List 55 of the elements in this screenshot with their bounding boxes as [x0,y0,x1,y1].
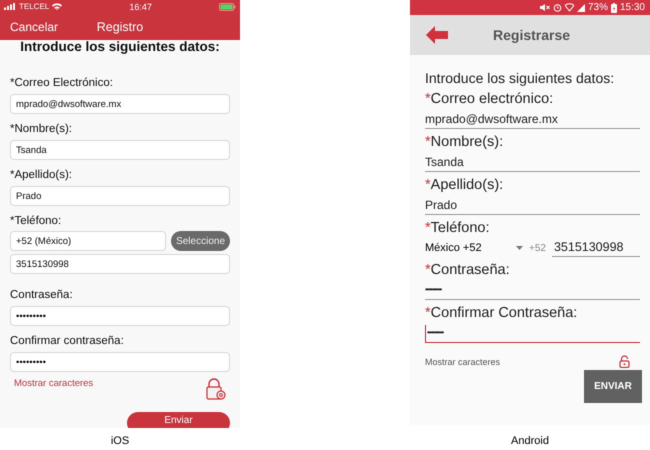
input-field[interactable]: Tsanda [425,154,640,172]
field-label: *Confirmar Contraseña: [425,305,578,322]
wifi-icon [52,3,62,10]
phone-field[interactable]: 3515130998 [552,239,640,257]
password-field[interactable]: ••••••••• [425,282,640,300]
wifi-icon [564,3,574,12]
select-button[interactable]: Seleccione [171,231,230,251]
send-button[interactable]: ENVIAR [584,370,642,403]
input-field[interactable]: mprado@dwsoftware.mx [425,111,640,129]
field-label: *Correo Electrónico: [10,76,113,90]
show-characters-link[interactable]: Mostrar caracteres [425,356,500,366]
field-label: *Teléfono: [425,220,490,237]
field-label: *Apellido(s): [10,168,72,182]
dropdown-caret-icon[interactable] [516,246,523,250]
field-label: *Apellido(s): [425,177,504,194]
caption: Android [511,435,549,447]
show-characters-link[interactable]: Mostrar caracteres [14,378,94,389]
country-code: +52 [529,242,546,254]
battery-icon [219,2,236,10]
alarm-icon [552,3,562,12]
nav-title: Registro [96,20,144,34]
country-dropdown[interactable]: México +52 [425,242,510,254]
battery-icon [610,2,617,12]
password-field[interactable]: ••••••••• [10,352,230,372]
cancel-link[interactable]: Cancelar [10,20,58,34]
send-button[interactable]: Enviar [127,412,230,428]
carrier-name: TELCEL [19,2,50,11]
signal-icon [576,3,585,12]
input-field[interactable]: Prado [425,197,640,215]
field-label: *Teléfono: [10,214,62,228]
lock-gear-icon[interactable] [206,378,226,401]
lock-icon[interactable] [619,355,630,368]
status-time: 15:30 [620,2,645,13]
status-time: 16:47 [129,2,152,12]
form-heading: Introduce los siguientes datos: [20,39,220,54]
password-field[interactable]: ••••••••• [10,306,230,326]
country-field[interactable]: +52 (México) [10,231,166,251]
field-label: *Nombre(s): [425,134,504,151]
signal-icon [4,3,16,10]
mute-icon [538,3,550,12]
screen-title: Registrarse [493,27,570,43]
input-field[interactable]: Tsanda [10,140,230,160]
phone-field[interactable]: 3515130998 [10,254,230,274]
caption: iOS [110,435,130,447]
field-label: *Contraseña: [425,262,510,279]
field-label: *Correo electrónico: [425,91,554,108]
field-label: Confirmar contraseña: [10,334,124,348]
form-heading: Introduce los siguientes datos: [425,70,614,86]
password-field[interactable]: ••••••••• [425,325,640,343]
back-arrow-icon[interactable] [426,26,448,44]
input-field[interactable]: mprado@dwsoftware.mx [10,94,230,114]
field-label: Contraseña: [10,288,73,302]
field-label: *Nombre(s): [10,122,72,136]
input-field[interactable]: Prado [10,186,230,206]
battery-percent: 73% [588,2,608,13]
